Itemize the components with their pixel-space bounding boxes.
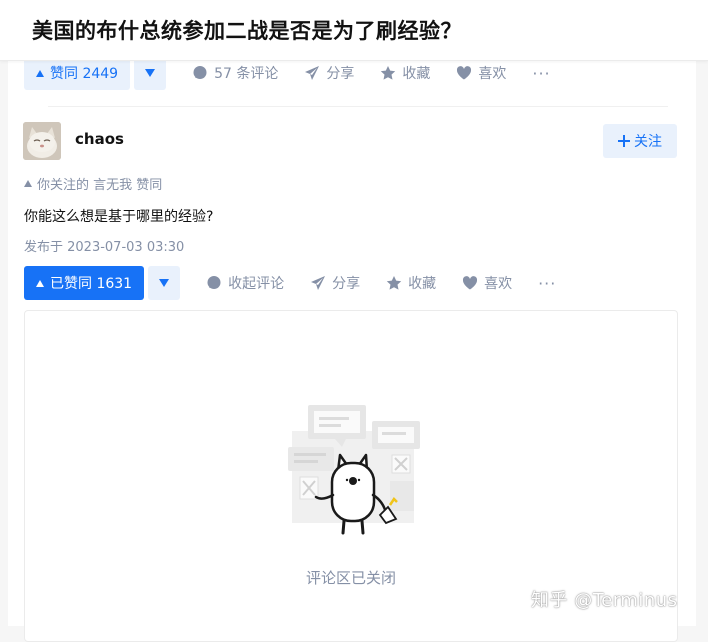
follow-button[interactable]: 关注 (603, 124, 677, 158)
like-button[interactable]: 喜欢 (462, 273, 512, 293)
more-button[interactable]: ··· (538, 274, 556, 293)
collapse-comments-label: 收起评论 (228, 276, 285, 292)
question-header: 美国的布什总统参加二战是否是为了刷经验？ (0, 0, 708, 61)
upvote-mini-icon (24, 180, 32, 187)
downvote-arrow-icon (159, 279, 170, 287)
heart-icon (457, 66, 472, 80)
publish-time[interactable]: 发布于 2023-07-03 03:30 (24, 236, 184, 255)
collapse-comments-button[interactable]: 收起评论 (206, 273, 284, 293)
author-avatar[interactable] (23, 122, 61, 160)
downvote-arrow-icon (145, 69, 156, 77)
upvote-arrow-icon (36, 279, 44, 287)
answer-content: 你能这么想是基于哪里的经验? (24, 209, 214, 225)
answer-card: 赞同 2449 57 条评论 分享 收藏 喜欢 ··· chaos 关注 你关注… (8, 56, 696, 642)
plus-icon (618, 135, 630, 147)
follow-label: 关注 (634, 134, 662, 150)
comment-bubble-icon (193, 66, 207, 79)
cat-avatar-icon (23, 122, 61, 160)
collect-button[interactable]: 收藏 (380, 63, 430, 83)
paper-plane-icon (305, 66, 320, 80)
answer-divider (48, 106, 668, 107)
share-label: 分享 (332, 276, 361, 292)
like-label: 喜欢 (478, 66, 507, 82)
paper-plane-icon (311, 276, 326, 290)
collect-label: 收藏 (408, 276, 437, 292)
followed-voter-note: 你关注的 言无我 赞同 (24, 174, 162, 193)
like-label: 喜欢 (484, 276, 513, 292)
like-button[interactable]: 喜欢 (456, 63, 506, 83)
author-name[interactable]: chaos (75, 130, 124, 148)
heart-icon (463, 276, 478, 290)
voter-text: 你关注的 言无我 赞同 (37, 178, 163, 193)
question-title[interactable]: 美国的布什总统参加二战是否是为了刷经验？ (32, 15, 462, 45)
upvoted-label: 已赞同 1631 (50, 276, 133, 292)
comments-label: 57 条评论 (214, 66, 279, 82)
upvoted-button[interactable]: 已赞同 1631 (24, 266, 145, 300)
star-icon (381, 66, 396, 80)
more-button[interactable]: ··· (532, 64, 550, 83)
comments-closed-text: 评论区已关闭 (305, 569, 396, 587)
share-button[interactable]: 分享 (304, 63, 354, 83)
comments-closed-illustration-icon (288, 405, 420, 535)
star-icon (386, 276, 402, 290)
watermark: 知乎 @Terminus (531, 590, 678, 611)
collect-label: 收藏 (402, 66, 431, 82)
upvote-label: 赞同 2449 (50, 66, 119, 82)
upvote-arrow-icon (36, 69, 44, 77)
comments-button[interactable]: 57 条评论 (192, 63, 278, 83)
share-button[interactable]: 分享 (310, 273, 360, 293)
share-label: 分享 (326, 66, 355, 82)
upvote-button[interactable]: 赞同 2449 (24, 56, 131, 90)
collect-button[interactable]: 收藏 (386, 273, 436, 293)
comment-bubble-icon (207, 276, 221, 289)
downvote-button[interactable] (148, 266, 181, 300)
answer-action-bar: 已赞同 1631 收起评论 分享 收藏 喜欢 ··· (24, 266, 556, 300)
downvote-button[interactable] (134, 56, 167, 90)
top-answer-action-bar: 赞同 2449 57 条评论 分享 收藏 喜欢 ··· (24, 56, 551, 90)
